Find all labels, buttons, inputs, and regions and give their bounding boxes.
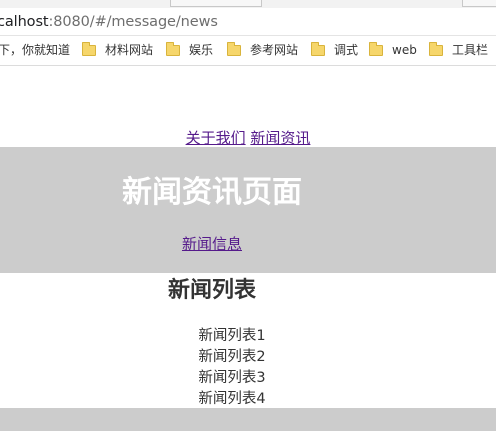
browser-tab[interactable]	[462, 0, 496, 7]
news-banner: 新闻资讯页面 新闻信息	[0, 147, 496, 273]
bookmarks-bar: 下，你就知道 材料网站 娱乐 参考网站 调式 web 工具栏	[0, 36, 496, 66]
bottom-banner	[0, 408, 496, 431]
news-list: 新闻列表1 新闻列表2 新闻列表3 新闻列表4	[0, 326, 464, 410]
browser-tab[interactable]	[170, 0, 262, 7]
list-item: 新闻列表2	[198, 349, 266, 365]
bookmark-label: 娱乐	[189, 43, 214, 57]
folder-icon	[311, 42, 325, 56]
page-viewport: 关于我们 新闻资讯 新闻资讯页面 新闻信息 新闻列表 新闻列表1 新闻列表2 新…	[0, 66, 496, 431]
bookmark-label: 工具栏	[452, 43, 489, 57]
folder-icon	[227, 42, 241, 56]
folder-icon	[369, 42, 383, 56]
browser-tab-strip	[0, 0, 496, 8]
folder-icon	[82, 42, 96, 56]
bookmark-folder-web[interactable]: web	[369, 36, 417, 65]
bookmark-label: web	[392, 43, 417, 57]
list-item: 新闻列表1	[198, 328, 266, 344]
page-title: 新闻资讯页面	[122, 175, 302, 210]
bookmark-label: 下，你就知道	[0, 43, 71, 57]
url-text[interactable]: calhost:8080/#/message/news	[0, 11, 218, 33]
bookmark-folder-reference[interactable]: 参考网站	[227, 36, 298, 65]
bookmark-folder-entertainment[interactable]: 娱乐	[166, 36, 213, 65]
top-nav: 关于我们 新闻资讯	[0, 128, 496, 148]
folder-icon	[166, 42, 180, 56]
bookmark-label: 调式	[334, 43, 359, 57]
bookmark-label: 材料网站	[105, 43, 154, 57]
folder-icon	[429, 42, 443, 56]
bookmark-label: 参考网站	[250, 43, 299, 57]
sub-nav-link-news-info[interactable]: 新闻信息	[182, 235, 242, 253]
address-bar[interactable]: calhost:8080/#/message/news	[0, 8, 496, 36]
nav-link-about[interactable]: 关于我们	[186, 129, 246, 147]
url-host: calhost	[0, 14, 49, 30]
list-item: 新闻列表3	[198, 370, 266, 386]
url-path: :8080/#/message/news	[48, 14, 218, 30]
bookmark-folder-debug[interactable]: 调式	[311, 36, 358, 65]
bookmark-item[interactable]: 下，你就知道	[0, 36, 70, 65]
list-heading: 新闻列表	[167, 278, 256, 303]
bookmark-folder-materials[interactable]: 材料网站	[82, 36, 153, 65]
list-item: 新闻列表4	[198, 391, 266, 407]
sub-nav: 新闻信息	[0, 234, 424, 254]
bookmark-folder-toolbar[interactable]: 工具栏	[429, 36, 488, 65]
nav-link-news[interactable]: 新闻资讯	[250, 129, 310, 147]
